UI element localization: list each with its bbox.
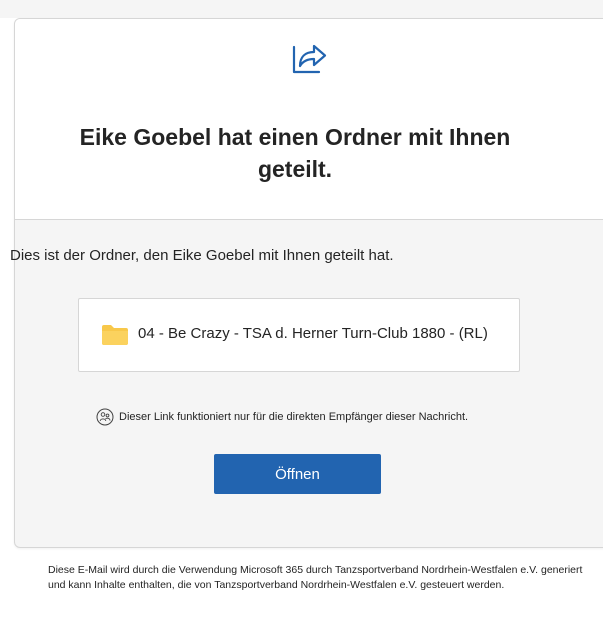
folder-icon (102, 325, 128, 345)
link-notice-text: Dieser Link funktioniert nur für die dir… (119, 411, 469, 423)
footer-text: Diese E-Mail wird durch die Verwendung M… (48, 564, 583, 591)
shared-folder-card[interactable]: 04 - Be Crazy - TSA d. Herner Turn-Club … (78, 298, 520, 372)
folder-name: 04 - Be Crazy - TSA d. Herner Turn-Club … (138, 325, 488, 342)
top-strip (0, 0, 603, 18)
open-button[interactable]: Öffnen (214, 454, 381, 494)
share-icon (292, 44, 327, 74)
email-page: Eike Goebel hat einen Ordner mit Ihnen g… (0, 0, 603, 626)
page-title: Eike Goebel hat einen Ordner mit Ihnen g… (79, 124, 511, 182)
card-header: Eike Goebel hat einen Ordner mit Ihnen g… (15, 19, 603, 220)
people-icon (96, 408, 114, 426)
link-notice: Dieser Link funktioniert nur für die dir… (96, 407, 468, 427)
intro-text: Dies ist der Ordner, den Eike Goebel mit… (10, 247, 394, 264)
